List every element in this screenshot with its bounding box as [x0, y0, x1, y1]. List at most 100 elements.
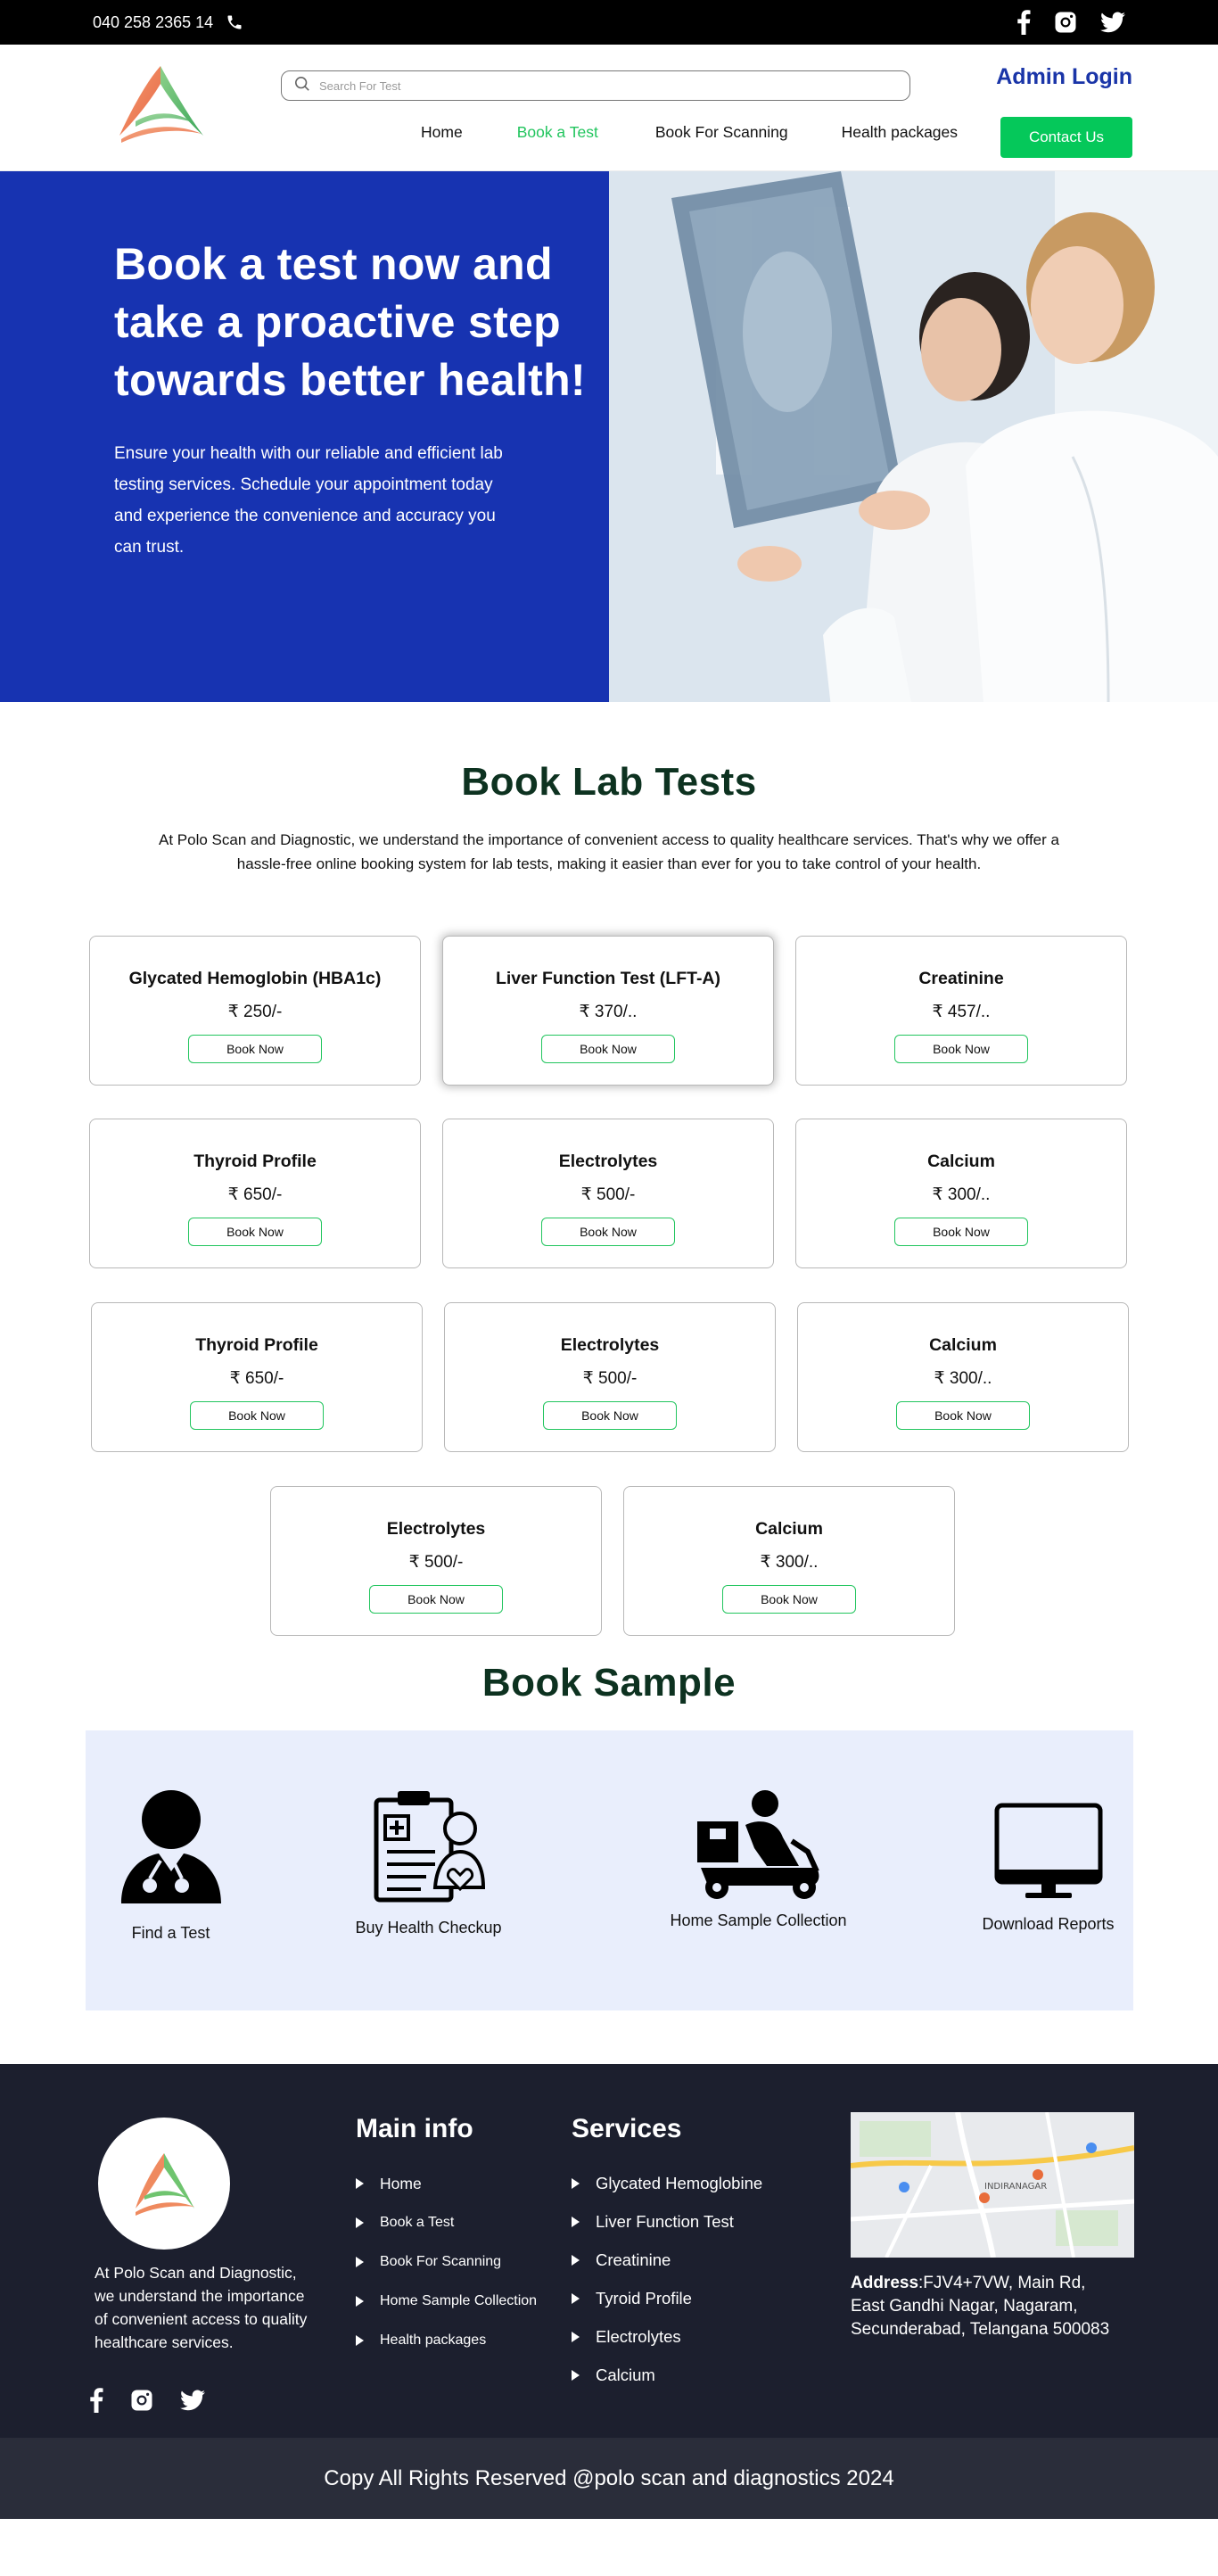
lab-tests-description: At Polo Scan and Diagnostic, we understa… — [159, 831, 1059, 872]
copyright-text: Copy All Rights Reserved @polo scan and … — [324, 2465, 894, 2490]
test-card: Thyroid Profile ₹ 650/- Book Now — [91, 1302, 423, 1452]
book-now-button[interactable]: Book Now — [541, 1218, 675, 1246]
footer-service-item[interactable]: Electrolytes — [572, 2317, 762, 2356]
delivery-scooter-icon — [692, 1790, 826, 1905]
book-now-button[interactable]: Book Now — [190, 1401, 324, 1430]
download-reports-label: Download Reports — [982, 1915, 1115, 1933]
nav-health-packages[interactable]: Health packages — [842, 123, 958, 142]
test-name: Calcium — [755, 1519, 823, 1539]
instagram-icon[interactable] — [130, 2389, 153, 2416]
test-card: Calcium ₹ 300/.. Book Now — [795, 1119, 1127, 1268]
lab-tests-title: Book Lab Tests — [461, 760, 757, 804]
hero-section: Book a test now and take a proactive ste… — [0, 171, 1218, 702]
buy-health-checkup-label: Buy Health Checkup — [355, 1919, 502, 1936]
hero-description: Ensure your health with our reliable and… — [114, 444, 503, 557]
nav-home[interactable]: Home — [421, 123, 463, 142]
search-icon[interactable] — [294, 76, 310, 96]
home-sample-collection-label: Home Sample Collection — [670, 1911, 847, 1929]
buy-health-checkup-item[interactable]: Buy Health Checkup — [353, 1789, 505, 1937]
search-input[interactable] — [319, 78, 854, 93]
footer-services-list: Glycated Hemoglobine Liver Function Test… — [572, 2164, 762, 2394]
nav-book-for-scanning[interactable]: Book For Scanning — [655, 123, 788, 142]
footer-about-text: At Polo Scan and Diagnostic, we understa… — [95, 2264, 308, 2351]
footer-service-item[interactable]: Liver Function Test — [572, 2202, 762, 2241]
contact-us-button[interactable]: Contact Us — [1000, 117, 1132, 158]
footer-link-health-packages[interactable]: Health packages — [356, 2321, 537, 2360]
nav-book-a-test[interactable]: Book a Test — [517, 123, 598, 142]
address-label: Address — [851, 2274, 919, 2292]
test-name: Electrolytes — [386, 1519, 486, 1539]
map-area-label: INDIRANAGAR — [984, 2182, 1047, 2192]
location-map[interactable]: INDIRANAGAR — [851, 2112, 1134, 2258]
test-card: Calcium ₹ 300/.. Book Now — [797, 1302, 1129, 1452]
facebook-icon[interactable] — [89, 2388, 103, 2417]
doctor-icon — [118, 1790, 225, 1911]
book-now-button[interactable]: Book Now — [369, 1585, 503, 1614]
lab-test-cards: Glycated Hemoglobin (HBA1c) ₹ 250/- Book… — [0, 876, 1218, 1661]
bullet-arrow-icon — [356, 2296, 364, 2307]
book-lab-tests-section: Book Lab Tests At Polo Scan and Diagnost… — [0, 702, 1218, 1661]
test-card: Creatinine ₹ 457/.. Book Now — [795, 936, 1127, 1086]
footer-link-book-a-test[interactable]: Book a Test — [356, 2203, 537, 2242]
download-reports-item[interactable]: Download Reports — [977, 1802, 1120, 1934]
test-price: ₹ 500/- — [582, 1369, 638, 1388]
footer-link-book-for-scanning[interactable]: Book For Scanning — [356, 2242, 537, 2282]
hero-image-doctors — [609, 171, 1218, 702]
monitor-icon — [993, 1803, 1104, 1905]
book-now-button[interactable]: Book Now — [894, 1218, 1028, 1246]
bullet-arrow-icon — [572, 2254, 580, 2266]
find-a-test-item[interactable]: Find a Test — [109, 1789, 234, 1943]
hero-heading: Book a test now and take a proactive ste… — [114, 239, 586, 405]
instagram-icon[interactable] — [1054, 11, 1077, 34]
bullet-arrow-icon — [356, 2257, 364, 2267]
footer-link-home-sample-collection[interactable]: Home Sample Collection — [356, 2282, 537, 2321]
test-card: Electrolytes ₹ 500/- Book Now — [442, 1119, 774, 1268]
footer-social-links — [89, 2388, 205, 2417]
footer-service-item[interactable]: Tyroid Profile — [572, 2279, 762, 2317]
book-now-button[interactable]: Book Now — [541, 1035, 675, 1063]
test-name: Thyroid Profile — [193, 1152, 317, 1171]
sample-options-panel: Find a Test Buy Health Checkup Home Samp… — [85, 1730, 1133, 2010]
book-now-button[interactable]: Book Now — [543, 1401, 677, 1430]
admin-login-link[interactable]: Admin Login — [996, 64, 1132, 90]
test-price: ₹ 500/- — [580, 1185, 636, 1204]
site-footer: At Polo Scan and Diagnostic, we understa… — [0, 2064, 1218, 2519]
test-card: Electrolytes ₹ 500/- Book Now — [270, 1486, 602, 1636]
book-now-button[interactable]: Book Now — [896, 1401, 1030, 1430]
book-now-button[interactable]: Book Now — [188, 1218, 322, 1246]
hero-text-panel: Book a test now and take a proactive ste… — [0, 171, 609, 702]
test-name: Electrolytes — [560, 1335, 660, 1355]
test-card: Thyroid Profile ₹ 650/- Book Now — [89, 1119, 421, 1268]
health-checkup-icon — [373, 1791, 485, 1907]
footer-service-item[interactable]: Creatinine — [572, 2241, 762, 2279]
test-price: ₹ 300/.. — [934, 1369, 992, 1388]
bullet-arrow-icon — [572, 2292, 580, 2304]
book-now-button[interactable]: Book Now — [188, 1035, 322, 1063]
test-card: Glycated Hemoglobin (HBA1c) ₹ 250/- Book… — [89, 936, 421, 1086]
footer-service-item[interactable]: Glycated Hemoglobine — [572, 2164, 762, 2202]
footer-logo[interactable] — [98, 2118, 230, 2250]
twitter-icon[interactable] — [1100, 12, 1125, 33]
main-nav: Home Book a Test Book For Scanning Healt… — [421, 123, 958, 142]
book-now-button[interactable]: Book Now — [894, 1035, 1028, 1063]
test-name: Creatinine — [918, 969, 1004, 988]
twitter-icon[interactable] — [180, 2390, 205, 2415]
copyright-bar: Copy All Rights Reserved @polo scan and … — [0, 2438, 1218, 2519]
home-sample-collection-item[interactable]: Home Sample Collection — [665, 1789, 852, 1930]
bullet-arrow-icon — [356, 2335, 364, 2346]
brand-logo[interactable] — [109, 57, 212, 150]
test-price: ₹ 300/.. — [760, 1553, 819, 1572]
footer-services-title: Services — [572, 2114, 682, 2143]
top-social-links — [1016, 10, 1125, 35]
test-name: Calcium — [927, 1152, 995, 1171]
footer-link-home[interactable]: Home — [356, 2164, 537, 2203]
phone-contact[interactable]: 040 258 2365 14 — [93, 13, 243, 32]
facebook-icon[interactable] — [1016, 10, 1031, 35]
test-card: Electrolytes ₹ 500/- Book Now — [444, 1302, 776, 1452]
test-price: ₹ 457/.. — [932, 1003, 991, 1021]
test-price: ₹ 300/.. — [932, 1185, 991, 1204]
footer-main-info-title: Main info — [356, 2114, 473, 2143]
footer-service-item[interactable]: Calcium — [572, 2356, 762, 2394]
bullet-arrow-icon — [356, 2217, 364, 2228]
book-now-button[interactable]: Book Now — [722, 1585, 856, 1614]
